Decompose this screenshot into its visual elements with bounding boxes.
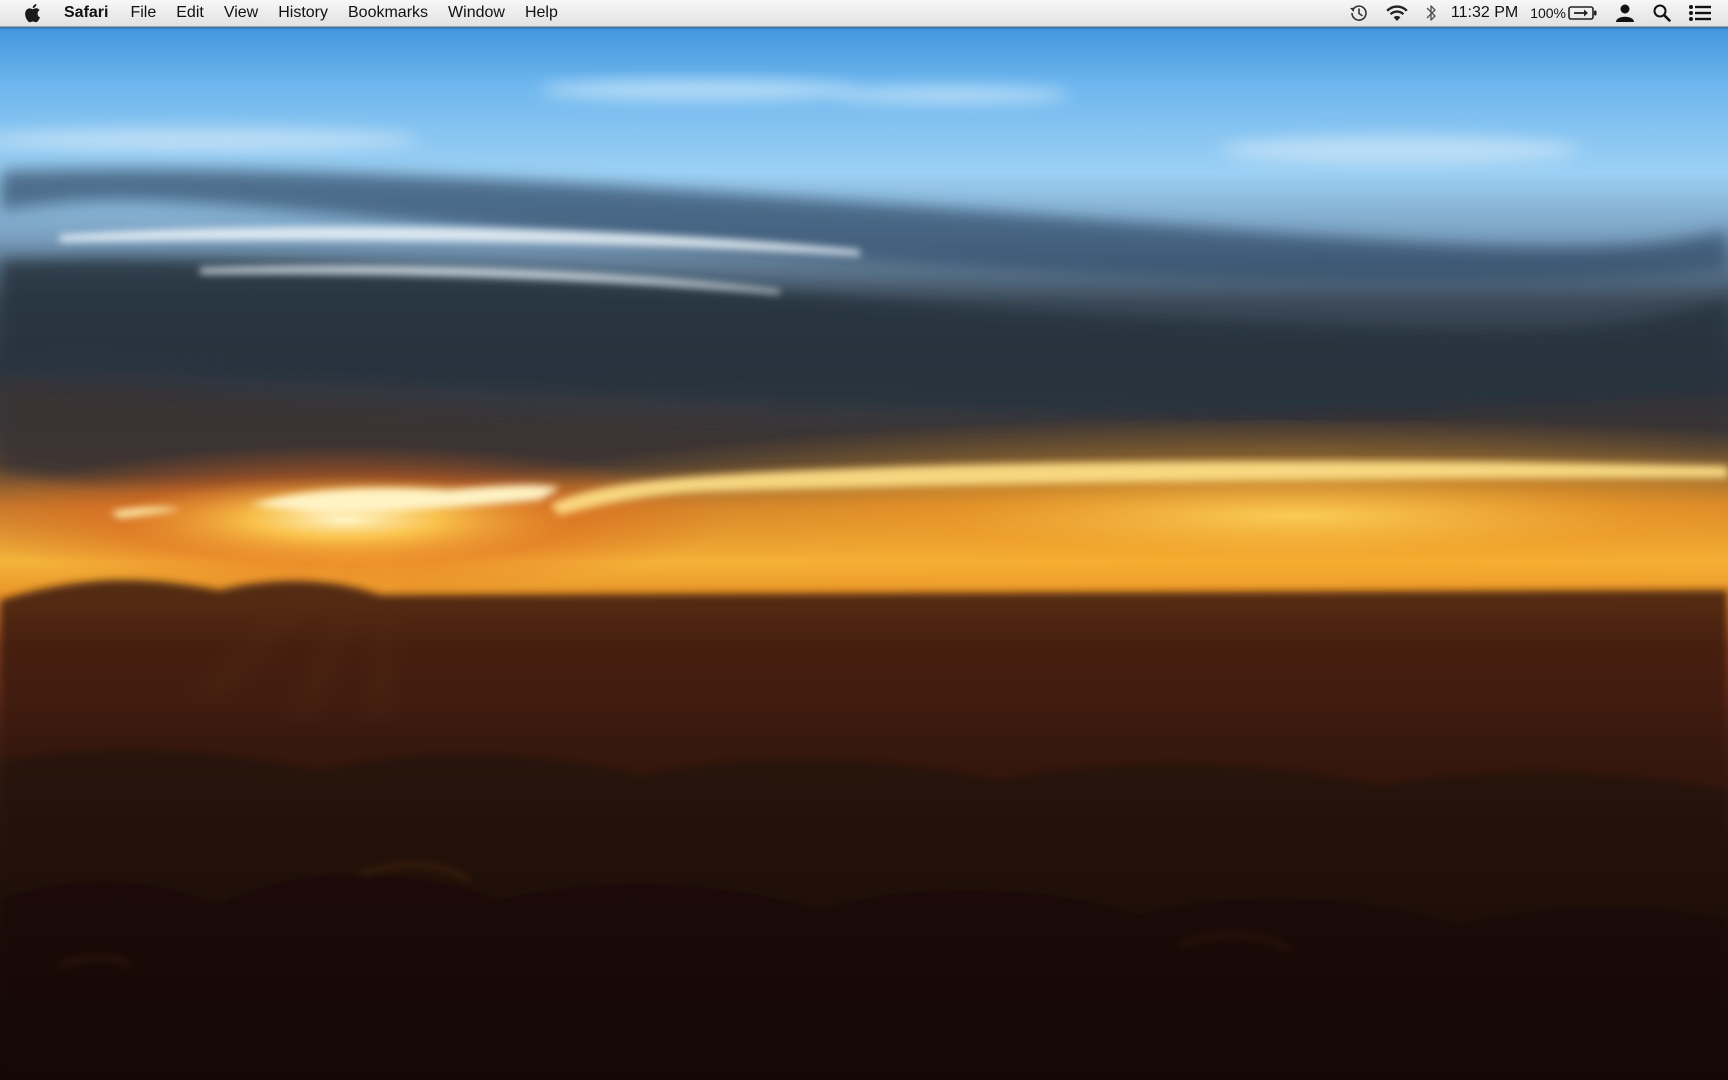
menu-file[interactable]: File [120, 0, 166, 26]
battery-percent[interactable]: 100% [1524, 0, 1568, 26]
menu-help[interactable]: Help [515, 0, 568, 26]
menu-edit[interactable]: Edit [166, 0, 214, 26]
apple-logo-icon[interactable] [22, 2, 42, 24]
bluetooth-icon[interactable] [1417, 0, 1445, 26]
menu-bookmarks[interactable]: Bookmarks [338, 0, 438, 26]
battery-charging-icon[interactable] [1568, 0, 1606, 26]
app-menu-safari[interactable]: Safari [64, 0, 118, 26]
menu-bar: Safari File Edit View History Bookmarks … [0, 0, 1728, 27]
menu-bar-left: Safari File Edit View History Bookmarks … [0, 0, 568, 26]
spotlight-search-icon[interactable] [1644, 0, 1680, 26]
menu-bar-status-area: 11:32 PM 100% [1341, 0, 1728, 26]
menu-window[interactable]: Window [438, 0, 515, 26]
desktop: Safari File Edit View History Bookmarks … [0, 0, 1728, 1080]
desktop-wallpaper [0, 0, 1728, 1080]
wifi-icon[interactable] [1377, 0, 1417, 26]
menu-view[interactable]: View [214, 0, 268, 26]
menu-history[interactable]: History [268, 0, 338, 26]
menu-clock[interactable]: 11:32 PM [1445, 0, 1524, 26]
notification-center-icon[interactable] [1680, 0, 1728, 26]
time-machine-icon[interactable] [1341, 0, 1377, 26]
user-icon[interactable] [1606, 0, 1644, 26]
